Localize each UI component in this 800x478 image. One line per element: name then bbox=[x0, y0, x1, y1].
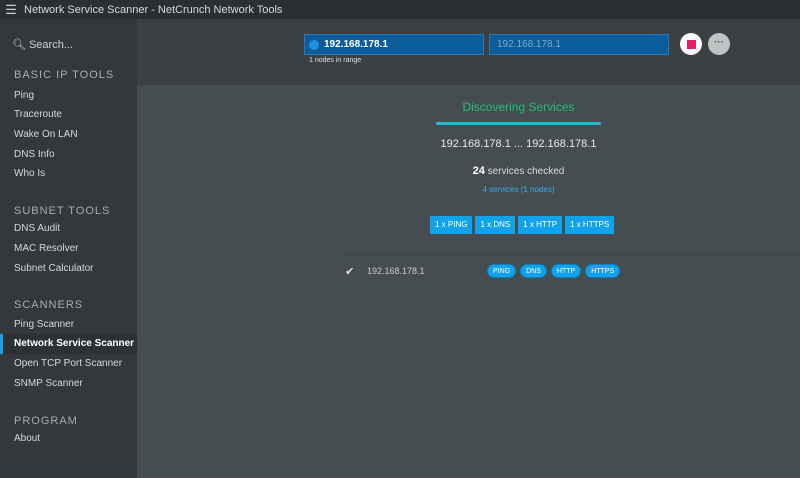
sidebar-item-network-service-scanner[interactable]: Network Service Scanner bbox=[0, 334, 137, 354]
stop-icon bbox=[686, 39, 696, 49]
filter-dns[interactable]: 1 x DNS bbox=[475, 216, 516, 234]
to-ip-input[interactable]: 192.168.178.1 bbox=[489, 34, 669, 55]
progress-bar bbox=[436, 122, 601, 125]
section-scanners: SCANNERS bbox=[14, 299, 84, 311]
more-button[interactable]: ··· bbox=[708, 33, 730, 55]
service-badge-https[interactable]: HTTPS bbox=[585, 264, 621, 278]
status-dot-icon bbox=[309, 39, 319, 50]
service-count-filters: 1 x PING 1 x DNS 1 x HTTP 1 x HTTPS bbox=[430, 216, 615, 234]
section-basic-ip-tools: BASIC IP TOOLS bbox=[14, 69, 115, 81]
filter-https[interactable]: 1 x HTTPS bbox=[565, 216, 615, 234]
title-bar: ☰ Network Service Scanner - NetCrunch Ne… bbox=[0, 0, 800, 19]
sidebar-item-traceroute[interactable]: Traceroute bbox=[0, 105, 137, 125]
section-subnet-tools: SUBNET TOOLS bbox=[14, 205, 111, 217]
sidebar-item-ping-scanner[interactable]: Ping Scanner bbox=[0, 315, 137, 335]
stop-button[interactable] bbox=[680, 33, 702, 55]
services-checked: 24 services checked bbox=[472, 165, 565, 177]
window-title: Network Service Scanner - NetCrunch Netw… bbox=[24, 3, 283, 16]
filter-ping[interactable]: 1 x PING bbox=[430, 216, 473, 234]
sidebar-item-about[interactable]: About bbox=[0, 429, 137, 449]
sidebar-item-wake-on-lan[interactable]: Wake On LAN bbox=[0, 125, 137, 145]
sidebar-item-mac-resolver[interactable]: MAC Resolver bbox=[0, 239, 137, 259]
sidebar-item-open-tcp-port-scanner[interactable]: Open TCP Port Scanner bbox=[0, 354, 137, 374]
filter-http[interactable]: 1 x HTTP bbox=[518, 216, 563, 234]
hamburger-icon[interactable]: ☰ bbox=[0, 2, 22, 18]
sidebar-item-dns-info[interactable]: DNS Info bbox=[0, 145, 137, 165]
check-icon: ✔ bbox=[345, 266, 355, 278]
search-icon: 🔍︎ bbox=[12, 39, 26, 51]
sidebar-item-who-is[interactable]: Who Is bbox=[0, 164, 137, 184]
sidebar-item-ping[interactable]: Ping bbox=[0, 86, 137, 106]
range-info: 1 nodes in range bbox=[309, 57, 362, 64]
status-title: Discovering Services bbox=[462, 100, 575, 114]
result-row[interactable]: ✔ 192.168.178.1 PING DNS HTTP HTTPS bbox=[341, 255, 800, 295]
sidebar-item-subnet-calculator[interactable]: Subnet Calculator bbox=[0, 259, 137, 279]
sidebar-item-snmp-scanner[interactable]: SNMP Scanner bbox=[0, 374, 137, 394]
services-found-link[interactable]: 4 services (1 nodes) bbox=[380, 185, 657, 194]
service-badge-http[interactable]: HTTP bbox=[550, 264, 582, 278]
sidebar: 🔍︎ Search... BASIC IP TOOLS Ping Tracero… bbox=[0, 19, 137, 478]
ip-range: 192.168.178.1 ... 192.168.178.1 bbox=[440, 138, 597, 150]
section-program: PROGRAM bbox=[14, 415, 78, 427]
sidebar-item-dns-audit[interactable]: DNS Audit bbox=[0, 219, 137, 239]
from-ip-input[interactable]: 192.168.178.1 bbox=[304, 34, 484, 55]
search-input[interactable]: 🔍︎ Search... bbox=[12, 38, 73, 52]
result-ip: 192.168.178.1 bbox=[367, 266, 425, 276]
service-badge-dns[interactable]: DNS bbox=[520, 264, 547, 278]
service-badge-ping[interactable]: PING bbox=[487, 264, 517, 278]
